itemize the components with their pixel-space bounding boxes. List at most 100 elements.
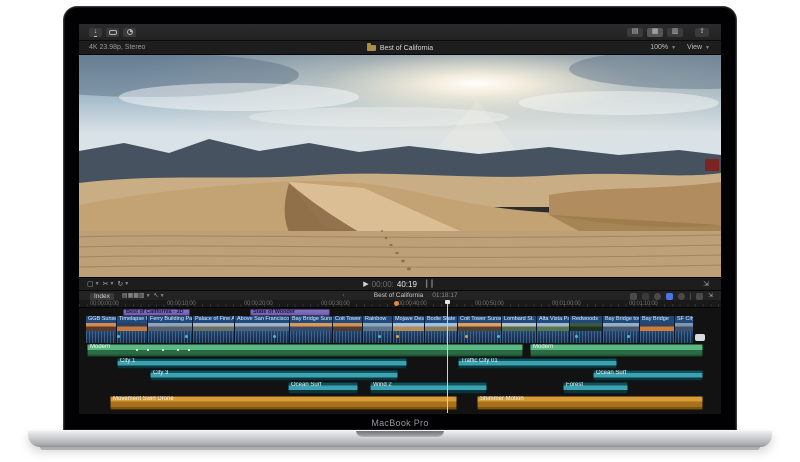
video-clip[interactable]: Above San Francisco bbox=[235, 316, 290, 331]
video-clip-thumbnail bbox=[570, 323, 602, 331]
video-clip[interactable]: Coit Tower Sunset bbox=[458, 316, 502, 331]
zoom-menu[interactable]: 100% ▼ bbox=[650, 44, 679, 53]
ambience-clip[interactable]: Traffic City 01 bbox=[458, 358, 617, 369]
audio-waveform-segment[interactable] bbox=[333, 331, 363, 343]
share-icon[interactable]: ⇧ bbox=[695, 28, 709, 37]
music-clip[interactable]: Modern bbox=[87, 344, 523, 357]
ambience-clip[interactable]: Ocean Surf bbox=[288, 382, 358, 394]
playhead[interactable] bbox=[447, 300, 448, 413]
video-clip-thumbnail bbox=[235, 323, 289, 331]
music-keyframe-dot[interactable] bbox=[147, 349, 149, 351]
ambience-clip[interactable]: Ocean Surf bbox=[593, 370, 703, 381]
video-clip[interactable]: Lombard St. bbox=[502, 316, 537, 331]
audio-waveform-segment[interactable] bbox=[86, 331, 117, 343]
video-clip-thumbnail bbox=[537, 323, 569, 331]
audio-keyframe-dot[interactable] bbox=[185, 335, 188, 338]
background-tasks-icon[interactable] bbox=[123, 28, 136, 37]
video-clip-thumbnail bbox=[393, 323, 424, 331]
viewer-layout-icon[interactable]: ▦ bbox=[647, 28, 663, 37]
effects-icon[interactable] bbox=[696, 293, 703, 300]
video-clip-thumbnail bbox=[675, 323, 693, 331]
viewer-expand-icon[interactable]: ⇲ bbox=[703, 280, 709, 289]
video-clip[interactable]: Bay Bridge Sunset bbox=[290, 316, 333, 331]
audio-waveform-segment[interactable] bbox=[117, 331, 148, 343]
audio-waveform-segment[interactable] bbox=[603, 331, 640, 343]
status-bar: 4K 23.98p, Stereo Best of California 100… bbox=[79, 41, 721, 55]
video-clip-name: Lombard St. bbox=[502, 316, 536, 323]
audio-keyframe-dot[interactable] bbox=[497, 335, 500, 338]
music-keyframe-dot[interactable] bbox=[136, 349, 138, 351]
video-clip[interactable]: Coit Tower bbox=[333, 316, 363, 331]
ambience-clip[interactable]: City 1 bbox=[117, 358, 407, 369]
audio-waveform-segment[interactable] bbox=[193, 331, 235, 343]
video-clip[interactable]: GGB Sunset bbox=[86, 316, 117, 331]
video-clip-name: Coit Tower Sunset bbox=[458, 316, 501, 323]
back-chevron[interactable]: ‹ bbox=[342, 292, 344, 299]
video-clip[interactable]: Bay Bridge toward SF bbox=[603, 316, 640, 331]
solo-icon[interactable] bbox=[654, 293, 661, 300]
video-clip[interactable]: Bodie State Park bbox=[425, 316, 458, 331]
title-clip[interactable]: State of Wonder bbox=[250, 309, 330, 316]
audio-keyframe-dot[interactable] bbox=[378, 335, 381, 338]
video-clip[interactable]: Timelapse GGB bbox=[117, 316, 148, 331]
audio-waveform-segment[interactable] bbox=[290, 331, 333, 343]
ruler-tick-label: 00:00:00:00 bbox=[90, 301, 118, 308]
video-clip[interactable]: Ferry Building Part 2 bbox=[148, 316, 193, 331]
import-icon[interactable]: ↓ bbox=[89, 28, 102, 37]
audio-keyframe-dot[interactable] bbox=[396, 335, 399, 338]
music-clip[interactable]: Modern bbox=[530, 344, 703, 357]
music-keyframe-dot[interactable] bbox=[188, 349, 190, 351]
sfx-clip[interactable]: Shimmer Motion bbox=[477, 396, 703, 410]
audio-keyframe-dot[interactable] bbox=[465, 335, 468, 338]
ruler-tick-label: 00:00:30:00 bbox=[321, 301, 349, 308]
music-keyframe-dot[interactable] bbox=[177, 349, 179, 351]
sfx-clip[interactable]: Movement Swirl Drone bbox=[110, 396, 457, 410]
ruler-tick-label: 00:01:10:00 bbox=[629, 301, 657, 308]
video-clip-name: Timelapse GGB bbox=[117, 316, 147, 323]
keyword-icon[interactable] bbox=[106, 28, 119, 37]
viewer[interactable] bbox=[79, 55, 721, 277]
inspector-layout-icon[interactable]: ▥ bbox=[667, 28, 683, 37]
loop-range-icon[interactable]: ▎▎ bbox=[426, 280, 437, 288]
audio-keyframe-dot[interactable] bbox=[273, 335, 276, 338]
video-clip[interactable]: SF City bbox=[675, 316, 694, 331]
video-clip[interactable]: Alta Vista Park bbox=[537, 316, 570, 331]
audio-keyframe-dot[interactable] bbox=[627, 335, 630, 338]
ambience-clip[interactable]: Wind 2 bbox=[370, 382, 487, 394]
voiceover-icon[interactable] bbox=[678, 293, 685, 300]
audio-waveform-segment[interactable] bbox=[675, 331, 694, 343]
skimming-icon[interactable] bbox=[630, 293, 637, 300]
audio-keyframe-dot[interactable] bbox=[117, 335, 120, 338]
audio-skimming-icon[interactable] bbox=[642, 293, 649, 300]
video-clip-name: Bay Bridge toward SF bbox=[603, 316, 639, 323]
view-menu[interactable]: View ▼ bbox=[687, 44, 713, 53]
audio-keyframe-dot[interactable] bbox=[575, 335, 578, 338]
audio-waveform-segment[interactable] bbox=[425, 331, 458, 343]
video-clip[interactable]: Bay Bridge bbox=[640, 316, 675, 331]
project-title: Best of California bbox=[374, 292, 424, 299]
video-clip[interactable]: Rainbow bbox=[363, 316, 393, 331]
browser-layout-icon[interactable]: ▤ bbox=[627, 28, 643, 37]
video-clip-name: Alta Vista Park bbox=[537, 316, 569, 323]
audio-waveform-segment[interactable] bbox=[235, 331, 290, 343]
title-clip[interactable]: Best of California - 3D bbox=[123, 309, 190, 316]
video-clip-thumbnail bbox=[290, 323, 332, 331]
video-clip-name: Above San Francisco bbox=[235, 316, 289, 323]
video-clip-name: Palace of Fine Arts bbox=[193, 316, 234, 323]
library-folder-icon bbox=[367, 45, 376, 51]
snapping-icon[interactable] bbox=[666, 293, 673, 300]
collapsed-clip-indicator[interactable] bbox=[695, 334, 705, 341]
timeline-marker-icon[interactable] bbox=[394, 301, 399, 306]
audio-waveform-segment[interactable] bbox=[502, 331, 537, 343]
audio-waveform-segment[interactable] bbox=[537, 331, 570, 343]
video-clip[interactable]: Redwoods bbox=[570, 316, 603, 331]
video-clip[interactable]: Palace of Fine Arts bbox=[193, 316, 235, 331]
video-clip[interactable]: Mojave Desert bbox=[393, 316, 425, 331]
audio-waveform-segment[interactable] bbox=[640, 331, 675, 343]
play-icon[interactable]: ▶ bbox=[363, 280, 368, 288]
ambience-clip[interactable]: Forest bbox=[563, 382, 628, 394]
music-keyframe-dot[interactable] bbox=[162, 349, 164, 351]
macbook-hero: ↓ ▤ ▦ ▥ ⇧ 4K 23.98p, Stereo Best of Cali… bbox=[0, 0, 800, 462]
ambience-clip[interactable]: City 3 bbox=[150, 370, 398, 381]
timeline-ruler[interactable]: 00:00:00:0000:00:10:0000:00:20:0000:00:3… bbox=[79, 300, 721, 308]
